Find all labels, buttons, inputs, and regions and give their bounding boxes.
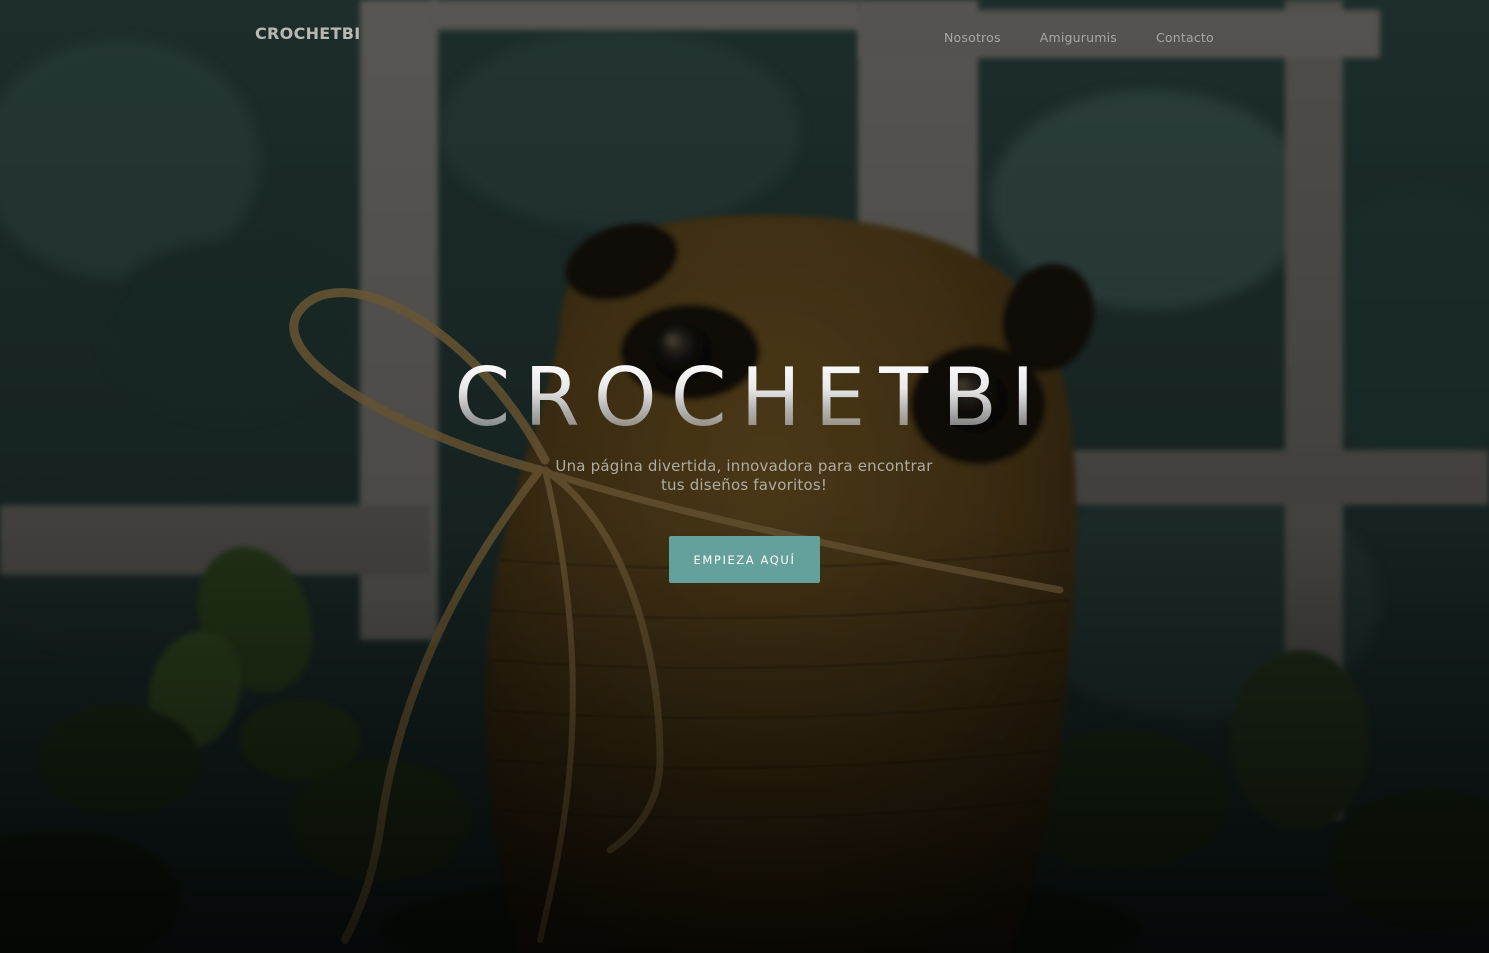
masthead-subtitle: Una página divertida, innovadora para en… bbox=[555, 457, 933, 494]
start-here-button[interactable]: EMPIEZA AQUÍ bbox=[669, 536, 820, 583]
top-navbar: CROCHETBI Nosotros Amigurumis Contacto bbox=[0, 0, 1489, 72]
nav-item-amigurumis: Amigurumis bbox=[1040, 27, 1117, 46]
nav-link-amigurumis[interactable]: Amigurumis bbox=[1040, 30, 1117, 45]
nav-link-contacto[interactable]: Contacto bbox=[1156, 30, 1214, 45]
hero-section: CROCHETBI Nosotros Amigurumis Contacto C… bbox=[0, 0, 1489, 953]
masthead-title: CROCHETBI bbox=[0, 358, 1489, 438]
nav-link-nosotros[interactable]: Nosotros bbox=[944, 30, 1001, 45]
nav-item-nosotros: Nosotros bbox=[944, 27, 1001, 46]
nav-links: Nosotros Amigurumis Contacto bbox=[944, 27, 1214, 46]
nav-item-contacto: Contacto bbox=[1156, 27, 1214, 46]
brand-logo-link[interactable]: CROCHETBI bbox=[255, 24, 361, 43]
